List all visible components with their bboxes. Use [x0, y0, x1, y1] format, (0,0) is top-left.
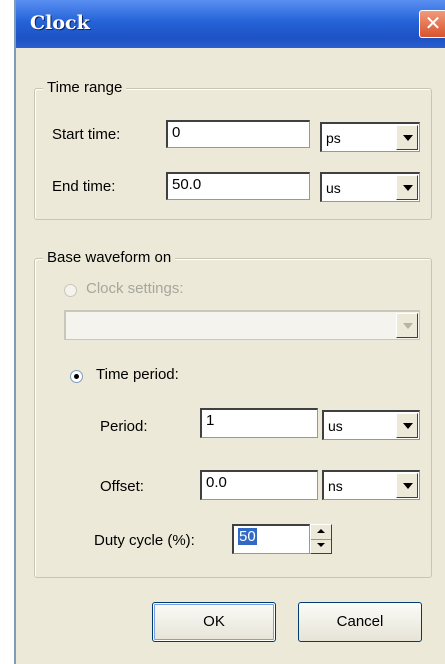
period-value: 1 — [206, 412, 215, 429]
offset-label: Offset: — [100, 478, 144, 495]
end-time-label: End time: — [52, 178, 116, 195]
period-input[interactable]: 1 — [200, 408, 318, 438]
clock-settings-radio[interactable] — [64, 284, 77, 297]
dialog-title: Clock — [30, 12, 90, 34]
chevron-down-icon[interactable] — [396, 175, 418, 200]
time-period-radio[interactable] — [70, 370, 83, 383]
duty-cycle-label: Duty cycle (%): — [94, 532, 195, 549]
ok-button[interactable]: OK — [152, 602, 276, 642]
start-time-unit-value: ps — [326, 130, 341, 146]
close-button[interactable]: ✕ — [419, 10, 445, 38]
duty-cycle-spinner[interactable] — [310, 524, 332, 554]
base-waveform-legend: Base waveform on — [43, 249, 176, 266]
title-bar[interactable]: Clock ✕ — [16, 0, 445, 48]
end-time-input[interactable]: 50.0 — [166, 172, 310, 200]
time-period-label: Time period: — [96, 366, 179, 383]
start-time-input[interactable]: 0 — [166, 120, 310, 148]
start-time-unit-select[interactable]: ps — [320, 122, 420, 152]
chevron-down-icon[interactable] — [396, 313, 418, 338]
duty-cycle-input[interactable]: 50 — [232, 524, 310, 554]
clock-settings-select[interactable] — [64, 310, 420, 340]
period-unit-select[interactable]: us — [322, 410, 420, 440]
time-range-legend: Time range — [43, 79, 127, 96]
close-icon: ✕ — [424, 11, 442, 35]
offset-value: 0.0 — [206, 474, 227, 491]
end-time-unit-select[interactable]: us — [320, 172, 420, 202]
clock-dialog: Clock ✕ Time range Start time: 0 ps End … — [14, 0, 445, 664]
cancel-button[interactable]: Cancel — [298, 602, 422, 642]
chevron-down-icon[interactable] — [396, 413, 418, 438]
period-label: Period: — [100, 418, 148, 435]
spin-up-icon[interactable] — [311, 525, 331, 540]
duty-cycle-value: 50 — [238, 528, 257, 545]
end-time-unit-value: us — [326, 180, 341, 196]
chevron-down-icon[interactable] — [396, 125, 418, 150]
chevron-down-icon[interactable] — [396, 473, 418, 498]
start-time-label: Start time: — [52, 126, 121, 143]
offset-unit-select[interactable]: ns — [322, 470, 420, 500]
end-time-value: 50.0 — [172, 176, 202, 193]
offset-unit-value: ns — [328, 478, 343, 494]
spin-down-icon[interactable] — [311, 539, 331, 553]
clock-settings-label: Clock settings: — [86, 280, 184, 297]
period-unit-value: us — [328, 418, 343, 434]
offset-input[interactable]: 0.0 — [200, 470, 318, 500]
start-time-value: 0 — [172, 124, 181, 141]
